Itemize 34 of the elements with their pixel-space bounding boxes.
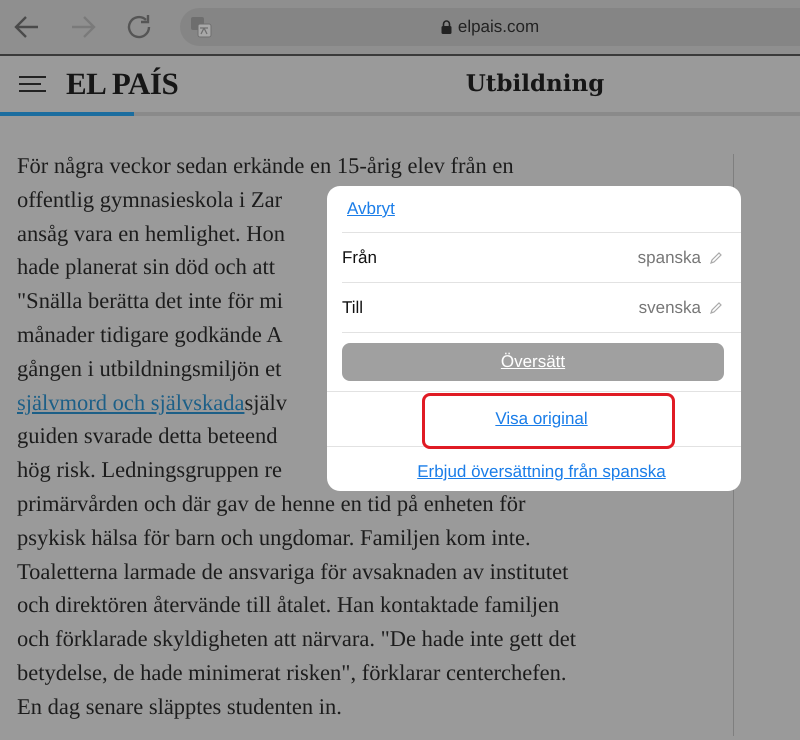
language-label: Från [342, 248, 377, 268]
article-text-line: betydelse, de hade minimerat risken", förklarar centerchefen. [17, 658, 567, 687]
article-text-line: Toaletterna larmade de ansvariga för avsaknaden av institutet [17, 558, 568, 586]
article-text-line: månader tidigare godkände A [17, 320, 283, 349]
article-text-line: För några veckor sedan erkände en 15-årig elev från en [17, 152, 514, 180]
section-title: Utbildning [464, 70, 606, 97]
show-original-link[interactable]: Visa original [495, 409, 588, 429]
article-text-line: En dag senare släpptes studenten in. [17, 692, 342, 721]
article-text-line: gången i utbildningsmiljön et [17, 354, 282, 383]
article-text-line: självmord och självskadasjälv [17, 388, 287, 417]
address-bar[interactable]: elpais.com [180, 8, 800, 46]
article-text-line: primärvården och där gav de henne en tid på enheten för [17, 490, 526, 518]
article-text-line: och förklarade skyldigheten att närvara. "De hade inte gett det [17, 625, 576, 654]
menu-icon[interactable] [18, 75, 48, 93]
article-text-line: psykisk hälsa för barn och ungdomar. Familjen kom inte. [17, 524, 531, 552]
url-text: elpais.com [458, 17, 540, 37]
translate-icon[interactable] [190, 16, 212, 38]
article-text-line: "Snälla berätta det inte för mi [17, 287, 283, 316]
site-logo[interactable]: EL PAÍS [66, 66, 178, 102]
cancel-link[interactable]: Avbryt [347, 199, 395, 219]
article-text-line: hade planerat sin död och att [17, 253, 276, 282]
article-text-line: ansåg vara en hemlighet. Hon [17, 220, 286, 248]
article-text-line: guiden svarade detta beteend [17, 422, 278, 450]
article-text-line: offentlig gymnasieskola i Zar [17, 186, 282, 214]
lock-icon [440, 20, 452, 34]
pencil-icon[interactable] [709, 250, 723, 264]
language-value[interactable]: spanska [638, 248, 701, 268]
article-link[interactable]: självmord och självskada [17, 390, 244, 415]
article-text-line: och direktören återvände till åtalet. Han kontaktade familjen [17, 591, 560, 620]
offer-translation-link[interactable]: Erbjud översättning från spanska [417, 462, 666, 482]
language-label: Till [342, 298, 364, 318]
pencil-icon[interactable] [709, 300, 723, 314]
language-value[interactable]: svenska [638, 298, 701, 318]
article-text-line: hög risk. Ledningsgruppen re [17, 456, 282, 484]
